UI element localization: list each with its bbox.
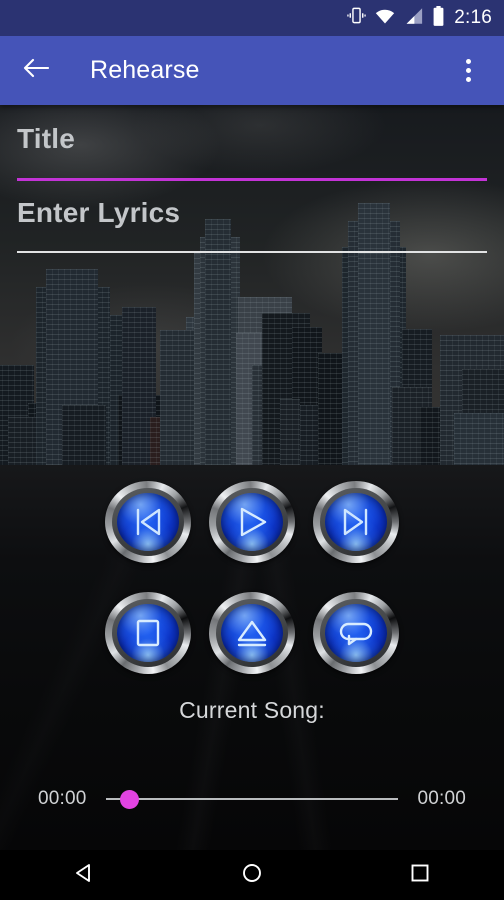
- skip-next-icon: [343, 508, 368, 536]
- form-fields: Title Enter Lyrics: [0, 105, 504, 253]
- button-face: [325, 493, 387, 551]
- skip-previous-icon: [136, 508, 161, 536]
- next-button[interactable]: [313, 481, 399, 563]
- transport-row-primary: [105, 481, 399, 563]
- total-time: 00:00: [417, 788, 466, 809]
- building: [454, 413, 504, 465]
- status-bar-clock: 2:16: [454, 7, 492, 28]
- lyrics-input[interactable]: Enter Lyrics: [17, 181, 487, 227]
- play-icon: [240, 507, 267, 537]
- eject-button[interactable]: [209, 592, 295, 674]
- button-face: [325, 604, 387, 662]
- title-field[interactable]: Title: [17, 105, 487, 181]
- status-bar: 2:16: [0, 0, 504, 36]
- back-button[interactable]: [8, 43, 64, 99]
- transport-controls: [0, 481, 504, 674]
- elapsed-time: 00:00: [38, 788, 87, 809]
- page-title: Rehearse: [90, 56, 200, 84]
- stop-icon: [136, 619, 160, 647]
- overflow-menu-button[interactable]: [444, 47, 492, 95]
- app-bar: Rehearse: [0, 36, 504, 105]
- overflow-menu-icon: [465, 59, 471, 64]
- transport-row-secondary: [105, 592, 399, 674]
- play-button[interactable]: [209, 481, 295, 563]
- building: [205, 219, 231, 465]
- eject-icon: [237, 620, 267, 647]
- nav-recents-icon: [409, 862, 431, 889]
- stop-button[interactable]: [105, 592, 191, 674]
- lyrics-field[interactable]: Enter Lyrics: [17, 181, 487, 253]
- building: [62, 405, 106, 465]
- seek-thumb[interactable]: [120, 789, 139, 809]
- nav-home-button[interactable]: [212, 850, 292, 900]
- nav-back-icon: [73, 862, 95, 889]
- title-input[interactable]: Title: [17, 105, 487, 153]
- seek-track: [106, 798, 398, 800]
- button-face: [221, 493, 283, 551]
- back-arrow-icon: [23, 57, 50, 84]
- button-face: [221, 604, 283, 662]
- nav-home-icon: [241, 862, 263, 889]
- battery-icon: [432, 5, 445, 31]
- repeat-button[interactable]: [313, 592, 399, 674]
- cellular-signal-icon: [404, 7, 423, 30]
- seek-bar: 00:00 00:00: [0, 785, 504, 813]
- seek-slider[interactable]: [106, 786, 398, 812]
- button-face: [117, 604, 179, 662]
- building: [280, 399, 300, 465]
- overflow-menu-icon: [465, 77, 471, 82]
- lyrics-field-underline: [17, 251, 487, 253]
- wifi-icon: [375, 7, 395, 30]
- phone-screen: 2:16 Rehearse Title Enter Lyrics Current…: [0, 0, 504, 900]
- vibrate-icon: [347, 6, 366, 30]
- repeat-loop-icon: [339, 622, 373, 646]
- button-face: [117, 493, 179, 551]
- nav-back-button[interactable]: [44, 850, 124, 900]
- overflow-menu-icon: [465, 68, 471, 73]
- current-song-label: Current Song:: [179, 697, 325, 723]
- navigation-bar: [0, 850, 504, 900]
- nav-recents-button[interactable]: [380, 850, 460, 900]
- previous-button[interactable]: [105, 481, 191, 563]
